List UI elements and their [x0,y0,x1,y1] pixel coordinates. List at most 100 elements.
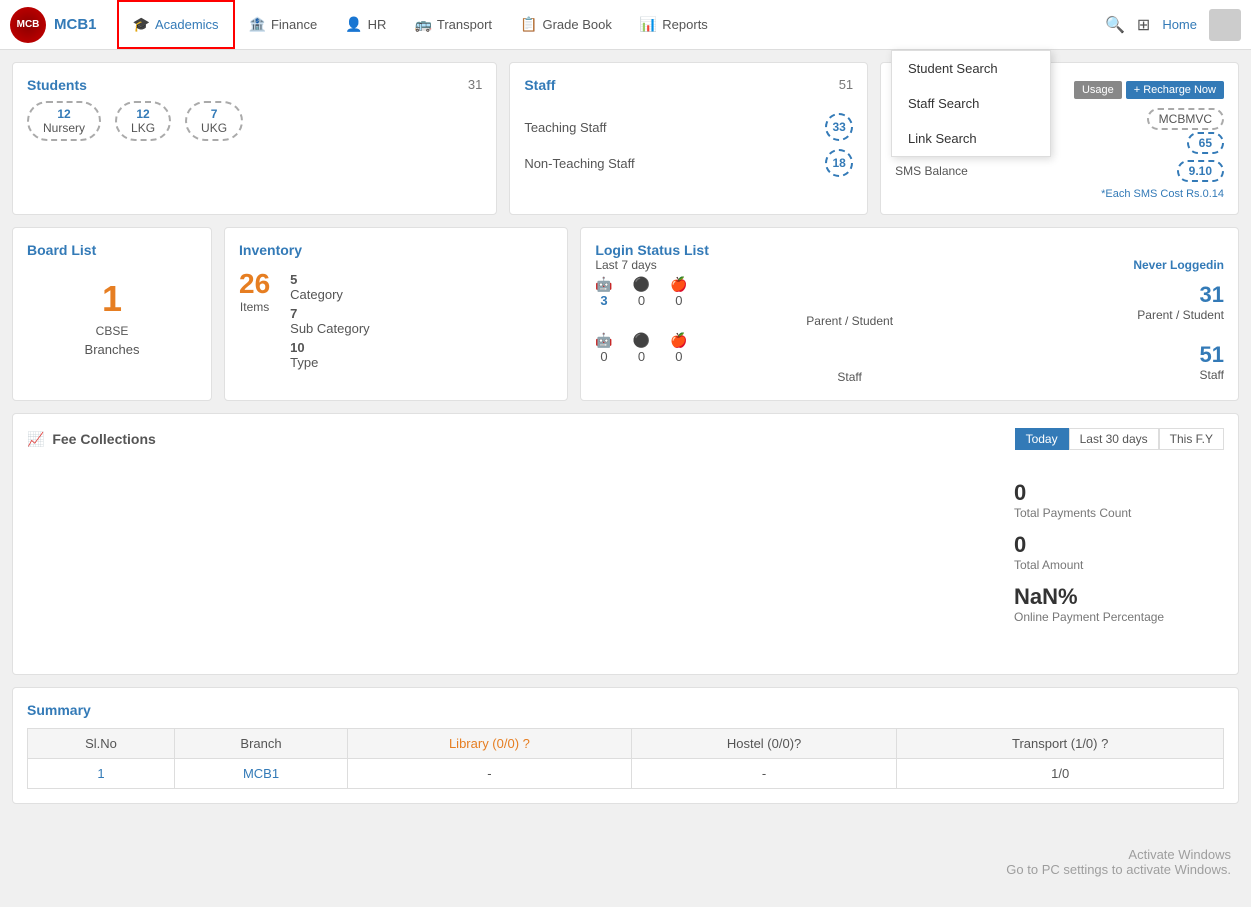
teaching-staff-count: 33 [825,113,853,141]
hr-icon: 👤 [345,16,362,33]
nan-label: Online Payment Percentage [1014,610,1214,624]
nav-gradebook-label: Grade Book [542,17,611,32]
user-avatar[interactable] [1209,9,1241,41]
board-cbse: CBSE [27,324,197,338]
subcategory-number: 7 [290,306,553,321]
parent-android-cell: 🤖 3 [595,276,612,308]
navbar-right: 🔍 ⊞ Home [1105,9,1241,41]
inventory-card: Inventory 26 Items 5 Category 7 Sub Cate… [224,227,568,401]
summary-card: Summary Sl.No Branch Library (0/0) ? Hos… [12,687,1239,804]
badge-lkg[interactable]: 12 LKG [115,101,171,141]
fee-card-title: 📈 Fee Collections [27,431,156,448]
row-transport: 1/0 [897,759,1224,789]
category-row: 5 Category [290,272,553,302]
non-teaching-staff-count: 18 [825,149,853,177]
home-link[interactable]: Home [1162,17,1197,32]
fee-card: 📈 Fee Collections Today Last 30 days Thi… [12,413,1239,675]
nav-item-hr[interactable]: 👤 HR [331,2,400,47]
gradebook-icon: 📋 [520,16,537,33]
col-library: Library (0/0) ? [348,729,632,759]
badge-ukg[interactable]: 7 UKG [185,101,243,141]
nav-finance-label: Finance [271,17,317,32]
never-loggedin-label: Never Loggedin [1104,258,1224,272]
sms-balance-row: SMS Balance 9.10 [895,160,1224,182]
nav-hr-label: HR [368,17,387,32]
sms-code-badge: MCBMVC [1147,108,1224,130]
category-label: Category [290,287,343,302]
login-col-never: Never Loggedin 31 Parent / Student 51 St… [1104,258,1224,386]
staff-section-label: Staff [595,370,1104,384]
apple-icon-staff: 🍎 [670,332,687,349]
brand: MCB MCB1 [10,7,97,43]
fee-tabs: Today Last 30 days This F.Y [1015,428,1224,450]
search-button[interactable]: 🔍 [1105,15,1125,35]
dropdown-student-search[interactable]: Student Search [892,51,1050,86]
staff-never-sub: Staff [1104,368,1224,382]
summary-header-row: Sl.No Branch Library (0/0) ? Hostel (0/0… [28,729,1224,759]
nav-items: 🎓 Academics 🏦 Finance 👤 HR 🚌 Transport 📋… [117,0,1105,49]
badge-nursery[interactable]: 12 Nursery [27,101,101,141]
type-label: Type [290,355,318,370]
parent-never-count: 31 [1104,282,1224,308]
fee-tab-last30[interactable]: Last 30 days [1069,428,1159,450]
parent-dot-count: 0 [633,293,650,308]
fee-chart-area [27,460,1004,660]
col-hostel: Hostel (0/0)? [631,729,897,759]
nav-academics-label: Academics [155,17,219,32]
brand-name: MCB1 [54,16,97,33]
parent-apple-cell: 🍎 0 [670,276,687,308]
grid-button[interactable]: ⊞ [1137,15,1150,35]
nav-item-reports[interactable]: 📊 Reports [626,2,722,47]
cards-row-2: Board List 1 CBSE Branches Inventory 26 … [12,227,1239,401]
parent-icons-row: 🤖 3 ⚫ 0 🍎 0 [595,276,1104,308]
staff-never-count: 51 [1104,342,1224,368]
parent-dot-cell: ⚫ 0 [633,276,650,308]
dot-icon-staff: ⚫ [633,332,650,349]
nav-item-gradebook[interactable]: 📋 Grade Book [506,2,626,47]
apple-icon-parent: 🍎 [670,276,687,293]
sms-usage-button[interactable]: Usage [1074,81,1122,99]
lkg-count: 12 [131,107,155,121]
cards-row-1: Students 31 12 Nursery 12 LKG 7 UKG [12,62,1239,215]
nursery-label: Nursery [43,121,85,135]
dot-icon-parent: ⚫ [633,276,650,293]
brand-logo-text: MCB [17,19,40,30]
type-number: 10 [290,340,553,355]
dropdown-staff-search[interactable]: Staff Search [892,86,1050,121]
nav-reports-label: Reports [662,17,708,32]
staff-dot-count: 0 [633,349,650,364]
activate-line2: Go to PC settings to activate Windows. [1006,862,1231,877]
row-branch[interactable]: MCB1 [174,759,347,789]
login-col-main: Last 7 days 🤖 3 ⚫ 0 🍎 0 [595,258,1104,386]
row-slno[interactable]: 1 [28,759,175,789]
teaching-staff-row: Teaching Staff 33 [524,113,853,141]
items-label: Items [239,300,270,314]
last7-label: Last 7 days [595,258,1104,272]
dropdown-link-search[interactable]: Link Search [892,121,1050,156]
board-card-title: Board List [27,242,96,258]
android-icon-parent: 🤖 [595,276,612,293]
parent-section-label: Parent / Student [595,314,1104,328]
sms-cost-note: *Each SMS Cost Rs.0.14 [895,188,1224,200]
board-branches-label: Branches [27,342,197,357]
summary-table: Sl.No Branch Library (0/0) ? Hostel (0/0… [27,728,1224,789]
students-card-title: Students [27,77,87,93]
fee-header: 📈 Fee Collections Today Last 30 days Thi… [27,428,1224,450]
sms-count-value: 65 [1187,132,1224,154]
fee-tab-thisfy[interactable]: This F.Y [1159,428,1224,450]
fee-tab-today[interactable]: Today [1015,428,1069,450]
staff-apple-count: 0 [670,349,687,364]
nursery-count: 12 [43,107,85,121]
login-status-title: Login Status List [595,242,709,258]
parent-never-sub: Parent / Student [1104,308,1224,322]
category-number: 5 [290,272,553,287]
items-number: 26 [239,268,270,300]
reports-icon: 📊 [640,16,657,33]
non-teaching-staff-label: Non-Teaching Staff [524,156,634,171]
nav-item-academics[interactable]: 🎓 Academics [117,0,235,49]
teaching-staff-label: Teaching Staff [524,120,606,135]
staff-total-count: 51 [839,77,853,92]
nav-item-finance[interactable]: 🏦 Finance [235,2,332,47]
sms-recharge-button[interactable]: + Recharge Now [1126,81,1224,99]
nav-item-transport[interactable]: 🚌 Transport [400,2,506,47]
